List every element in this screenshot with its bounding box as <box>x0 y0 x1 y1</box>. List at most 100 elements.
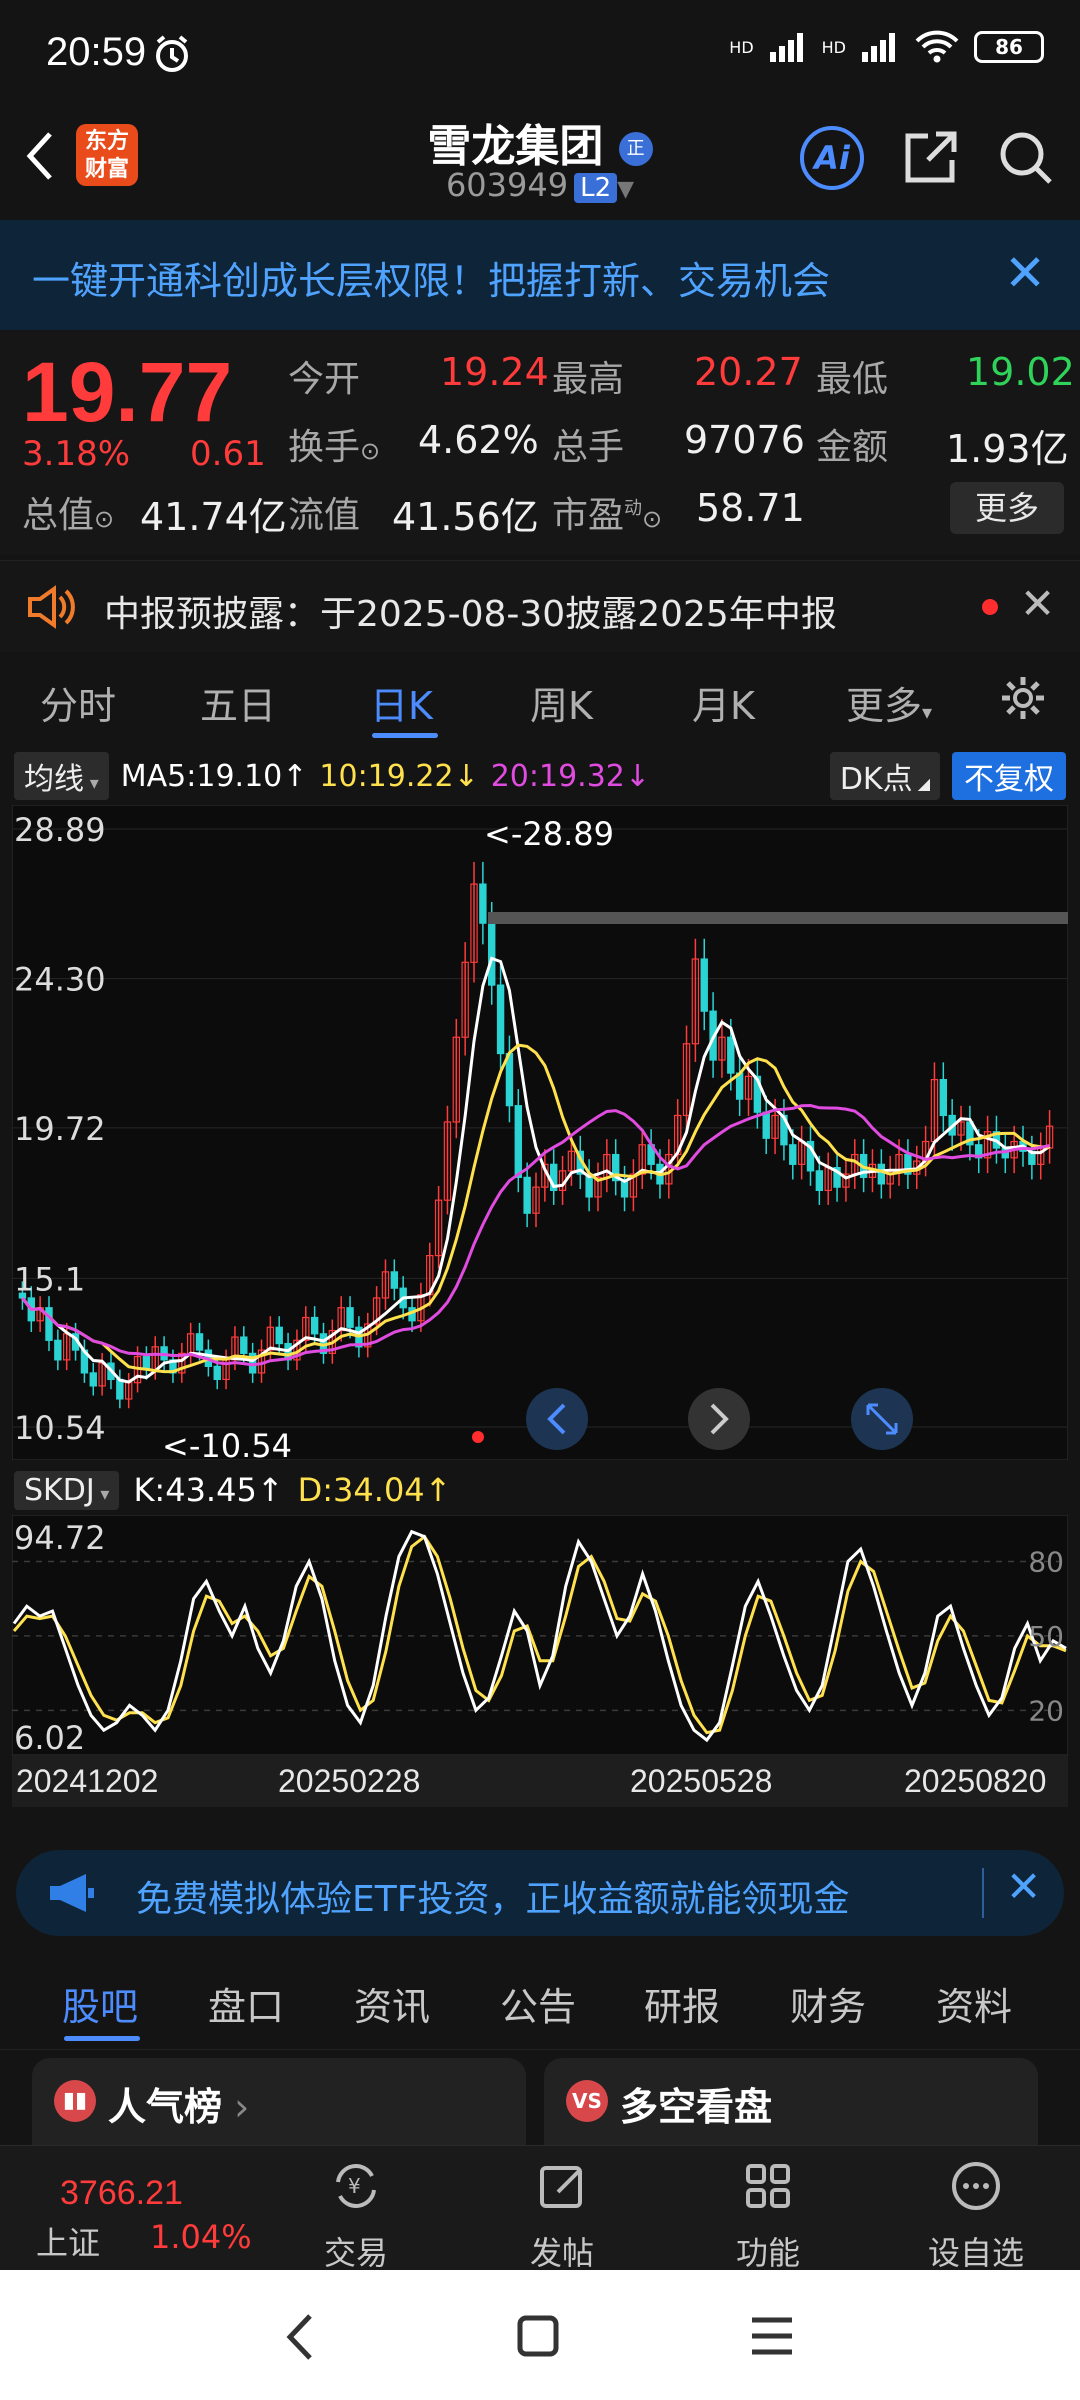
high-value: 20.27 <box>694 350 803 394</box>
candle-body <box>727 1036 735 1074</box>
nav-trade[interactable]: ¥ 交易 <box>286 2146 426 2272</box>
popularity-title-text: 人气榜 <box>108 2085 223 2129</box>
info-icon: ⊙ <box>94 505 115 533</box>
kdj-indicator-select[interactable]: SKDJ ▾ <box>14 1470 120 1510</box>
tab-research[interactable]: 研报 <box>644 1976 720 2031</box>
chart-period-tabs: 分时 五日 日K 周K 月K 更多▾ <box>0 655 1080 745</box>
tab-daily-k[interactable]: 日K <box>370 675 433 730</box>
divider <box>982 1868 984 1918</box>
svg-text:¥: ¥ <box>348 2174 361 2198</box>
speaker-icon <box>28 585 75 629</box>
alarm-icon <box>156 35 188 72</box>
date-label: 20250228 <box>278 1763 421 1799</box>
banner-text: 一键开通科创成长层权限！把握打新、交易机会 <box>32 259 831 303</box>
active-tab-indicator <box>64 2036 140 2041</box>
etf-promo-banner[interactable]: 免费模拟体验ETF投资，正收益额就能领现金 ✕ <box>16 1850 1064 1936</box>
change-pct: 3.18% <box>22 434 131 474</box>
index-pct: 1.04% <box>150 2218 252 2256</box>
up-arrow-icon: ↑ <box>256 1471 284 1509</box>
candle-body <box>514 1105 522 1178</box>
nav-add-watchlist[interactable]: 设自选 <box>906 2146 1046 2272</box>
turnover-label[interactable]: 换手⊙ <box>288 418 380 470</box>
k-value-text: K:43.45 <box>133 1471 257 1509</box>
ai-assistant-button[interactable]: Ai <box>800 126 864 190</box>
candle-body <box>479 883 487 924</box>
turnover-label-text: 换手 <box>288 427 361 468</box>
gear-icon[interactable] <box>998 673 1048 723</box>
system-home-icon[interactable] <box>516 2314 560 2358</box>
dk-label: DK点 <box>839 762 913 797</box>
system-menu-icon[interactable] <box>750 2316 794 2356</box>
long-short-card[interactable]: VS 多空看盘 <box>544 2058 1038 2148</box>
tab-pankou[interactable]: 盘口 <box>208 1976 284 2031</box>
notice-bar[interactable]: 中报预披露：于2025-08-30披露2025年中报 ✕ <box>0 560 1080 652</box>
ai-label: Ai <box>814 139 850 177</box>
unread-dot <box>982 599 998 615</box>
skdj-chart[interactable]: 80 50 20 94.72 6.02 <box>12 1515 1068 1755</box>
tab-profile[interactable]: 资料 <box>936 1976 1012 2031</box>
low-label: 最低 <box>816 359 889 400</box>
candle-body <box>700 958 708 1012</box>
tab-finance[interactable]: 财务 <box>790 1976 866 2031</box>
ma5-text: MA5:19.10 <box>120 758 283 794</box>
edit-icon <box>540 2166 582 2208</box>
tab-announcements[interactable]: 公告 <box>500 1976 576 2031</box>
stock-code: 603949 <box>445 166 569 204</box>
nav-left-button[interactable] <box>526 1388 588 1450</box>
search-icon[interactable] <box>996 128 1056 188</box>
mktcap-label[interactable]: 总值⊙ <box>22 486 114 538</box>
stock-name: 雪龙集团 <box>427 121 604 172</box>
pe-label[interactable]: 市盈动⊙ <box>552 486 662 538</box>
content-tabs: 股吧 盘口 资讯 公告 研报 财务 资料 <box>0 1950 1080 2050</box>
chart-toolbar: 均线 ▾ MA5:19.10↑ 10:19.22↓ 20:19.32↓ DK点 … <box>0 748 1080 804</box>
dk-point-button[interactable]: DK点 ◢ <box>829 752 940 800</box>
nav-right-button[interactable] <box>688 1388 750 1450</box>
up-arrow-icon: ↑ <box>282 758 308 794</box>
tab-5day[interactable]: 五日 <box>200 675 276 730</box>
tab-monthly-k[interactable]: 月K <box>692 675 755 730</box>
tab-fenshi[interactable]: 分时 <box>40 675 116 730</box>
candle-body <box>310 1316 319 1335</box>
candle-body <box>620 1180 629 1198</box>
status-time: 20:59 <box>46 30 147 74</box>
index-ticker[interactable]: 3766.21 上证 1.04% <box>0 2146 252 2271</box>
nav-functions-label: 功能 <box>735 2234 800 2272</box>
kdj-max-label: 94.72 <box>14 1519 106 1557</box>
caret-down-icon: ▾ <box>94 1483 110 1505</box>
close-icon[interactable]: ✕ <box>1004 244 1046 302</box>
share-icon[interactable] <box>900 128 960 188</box>
ma10-text: 10:19.22 <box>319 758 454 794</box>
close-icon[interactable]: ✕ <box>1020 579 1055 628</box>
tab-weekly-k[interactable]: 周K <box>530 675 593 730</box>
close-icon[interactable]: ✕ <box>1006 1862 1041 1911</box>
popularity-card[interactable]: ▮▮ 人气榜 › <box>32 2058 526 2148</box>
current-price: 19.77 <box>22 345 233 439</box>
mktcap-value: 41.74亿 <box>140 495 287 539</box>
nav-post[interactable]: 发帖 <box>492 2146 632 2272</box>
promo-banner[interactable]: 一键开通科创成长层权限！把握打新、交易机会 ✕ <box>0 220 1080 330</box>
volume-label: 总手 <box>552 427 625 468</box>
date-axis: 20241202 20250228 20250528 20250820 <box>12 1755 1068 1807</box>
up-arrow-icon: ↑ <box>424 1471 452 1509</box>
level2-badge: L2 <box>574 173 618 203</box>
candle-body <box>195 1333 204 1351</box>
min-price-label: <-10.54 <box>162 1427 292 1460</box>
kdj-level-label: 20 <box>1028 1694 1064 1727</box>
chevron-right-icon: › <box>222 2085 250 2129</box>
tab-news[interactable]: 资讯 <box>354 1976 430 2031</box>
nav-functions[interactable]: 功能 <box>698 2146 838 2272</box>
ma-indicator-select[interactable]: 均线 ▾ <box>14 752 109 800</box>
tab-guba[interactable]: 股吧 <box>62 1976 138 2031</box>
volume-value: 97076 <box>684 418 805 462</box>
candle-body <box>275 1326 283 1345</box>
system-back-icon[interactable] <box>280 2312 320 2362</box>
y-tick-label: 28.89 <box>14 811 106 849</box>
more-button[interactable]: 更多 <box>950 482 1064 534</box>
nav-add-watchlist-label: 设自选 <box>927 2234 1024 2272</box>
tab-more[interactable]: 更多▾ <box>846 675 932 730</box>
fullscreen-button[interactable] <box>851 1388 913 1450</box>
candlestick-chart[interactable]: <-28.89 <-10.54 28.89 24.30 19.72 15.1 10.54 <box>12 805 1068 1460</box>
candle-body <box>505 1052 514 1107</box>
down-arrow-icon: ↓ <box>624 758 651 794</box>
adjust-button[interactable]: 不复权 <box>952 752 1066 800</box>
